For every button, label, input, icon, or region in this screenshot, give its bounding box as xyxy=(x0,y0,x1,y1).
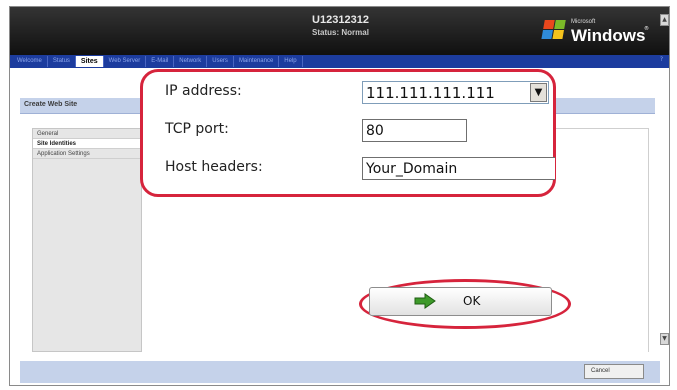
cancel-button[interactable]: Cancel xyxy=(584,364,644,379)
nav-item-sites[interactable]: Sites xyxy=(75,56,104,67)
windows-flag-icon xyxy=(541,20,567,40)
tab-application-settings[interactable]: Application Settings xyxy=(33,149,141,159)
tab-general[interactable]: General xyxy=(33,129,141,139)
ip-address-select[interactable]: 111.111.111.111 ▼ xyxy=(362,81,549,104)
scroll-up-arrow-icon[interactable]: ▲ xyxy=(660,14,669,26)
host-headers-label: Host headers: xyxy=(165,159,263,175)
arrow-right-icon xyxy=(414,293,436,309)
tcp-port-input[interactable] xyxy=(362,119,467,142)
nav-item-status[interactable]: Status xyxy=(48,56,76,67)
logo-trademark: ® xyxy=(644,26,649,32)
nav-bar: Welcome Status Sites Web Server E-Mail N… xyxy=(10,55,669,68)
button-bar xyxy=(20,361,660,383)
nav-item-welcome[interactable]: Welcome xyxy=(12,56,48,67)
site-identity-fields: IP address: 111.111.111.111 ▼ TCP port: … xyxy=(140,69,556,197)
chevron-down-icon[interactable]: ▼ xyxy=(530,83,547,102)
tcp-port-label: TCP port: xyxy=(165,121,229,137)
ok-button[interactable]: OK xyxy=(369,287,552,316)
nav-item-users[interactable]: Users xyxy=(207,56,234,67)
windows-logo: Microsoft Windows ® xyxy=(539,17,651,45)
ip-address-value: 111.111.111.111 xyxy=(366,84,495,102)
logo-word: Windows xyxy=(571,26,646,45)
nav-item-network[interactable]: Network xyxy=(174,56,208,67)
nav-item-help[interactable]: Help xyxy=(279,56,303,67)
side-tabs: General Site Identities Application Sett… xyxy=(32,128,142,352)
nav-help-marker[interactable]: ? xyxy=(660,56,663,63)
tab-site-identities[interactable]: Site Identities xyxy=(33,139,141,149)
scroll-down-arrow-icon[interactable]: ▼ xyxy=(660,333,669,345)
page-title: Create Web Site xyxy=(24,101,78,108)
header-bar: U12312312 Status: Normal Microsoft Windo… xyxy=(10,7,669,55)
host-headers-input[interactable] xyxy=(362,157,555,180)
nav-item-email[interactable]: E-Mail xyxy=(146,56,175,67)
nav-item-web-server[interactable]: Web Server xyxy=(104,56,147,67)
nav-item-maintenance[interactable]: Maintenance xyxy=(234,56,280,67)
logo-small-text: Microsoft xyxy=(571,19,596,25)
ok-button-label: OK xyxy=(463,294,481,308)
ip-address-label: IP address: xyxy=(165,83,242,99)
